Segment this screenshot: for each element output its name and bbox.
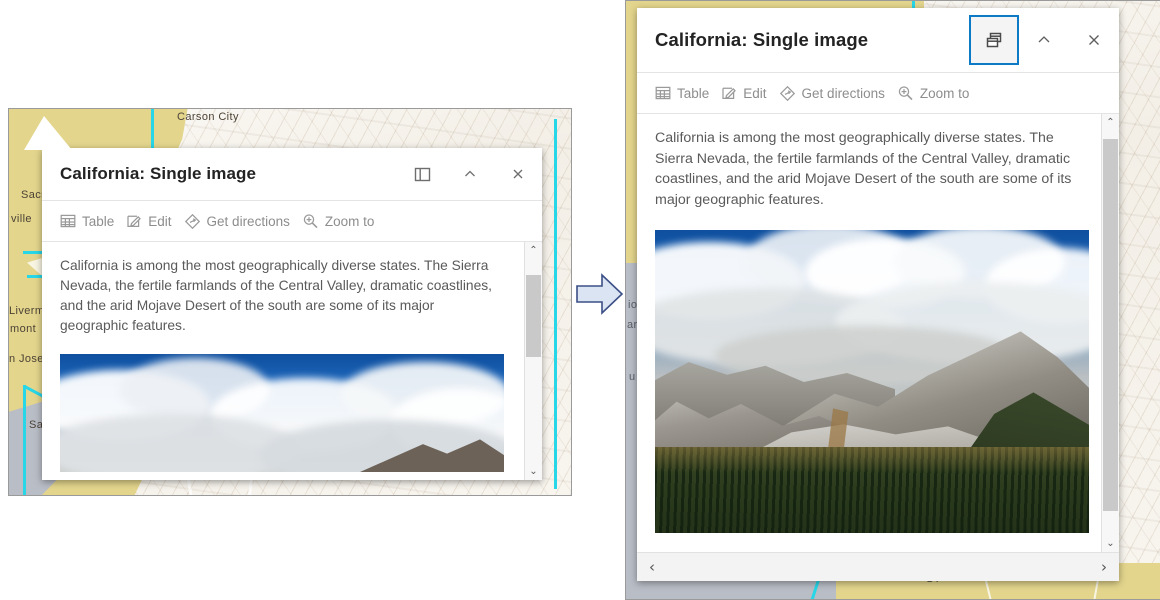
directions-icon xyxy=(184,213,201,230)
pager-next-button[interactable]: › xyxy=(1097,559,1111,575)
edit-pencil-icon xyxy=(126,213,142,229)
toolbar-item-zoom-to[interactable]: Zoom to xyxy=(300,213,385,230)
toolbar-item-edit[interactable]: Edit xyxy=(124,213,181,229)
map-coast-left-3 xyxy=(554,119,557,489)
popup-header-buttons-right xyxy=(969,15,1119,65)
popup-content-left: California is among the most geographica… xyxy=(42,242,524,480)
popup-description-right: California is among the most geographica… xyxy=(655,130,1072,208)
popup-title-left: California: Single image xyxy=(60,164,257,183)
popup-body-left: California is among the most geographica… xyxy=(42,242,542,480)
restore-windows-icon xyxy=(984,30,1004,50)
toolbar-item-table[interactable]: Table xyxy=(58,213,124,229)
scroll-up-arrow[interactable]: ⌃ xyxy=(525,242,542,259)
attachment-photo-right[interactable] xyxy=(655,230,1089,534)
scroll-down-arrow[interactable]: ⌄ xyxy=(525,463,542,480)
popup-scrollbar-right[interactable]: ⌃ ⌄ xyxy=(1101,114,1119,552)
toolbar-item-zoom-to[interactable]: Zoom to xyxy=(895,85,980,102)
toolbar-item-label: Zoom to xyxy=(324,213,375,229)
popup-header-right: California: Single image xyxy=(637,8,1119,72)
zoom-in-magnifier-icon xyxy=(302,213,319,230)
close-icon xyxy=(1085,31,1103,49)
restore-window-button[interactable] xyxy=(969,15,1019,65)
popup-right[interactable]: California: Single image Table Edit Get … xyxy=(637,8,1119,581)
toolbar-item-label: Get directions xyxy=(206,213,290,229)
map-label: ville xyxy=(11,213,32,225)
popup-body-right: California is among the most geographica… xyxy=(637,114,1119,552)
scroll-down-arrow[interactable]: ⌄ xyxy=(1102,535,1119,552)
table-icon xyxy=(655,85,671,101)
popup-toolbar-left: Table Edit Get directions Zoom to xyxy=(42,200,542,242)
popup-header-buttons-left xyxy=(398,152,542,196)
scroll-thumb[interactable] xyxy=(526,275,541,357)
attachment-photo-left[interactable] xyxy=(60,354,504,472)
toolbar-item-label: Table xyxy=(82,213,115,229)
map-label: Carson City xyxy=(177,111,239,123)
dock-panel-button[interactable] xyxy=(398,152,446,196)
popup-title-right: California: Single image xyxy=(655,29,869,50)
close-icon xyxy=(510,166,526,182)
collapse-button[interactable] xyxy=(446,152,494,196)
flow-arrow xyxy=(576,272,624,316)
toolbar-item-label: Edit xyxy=(148,213,172,229)
toolbar-item-table[interactable]: Table xyxy=(653,85,719,101)
popup-content-right: California is among the most geographica… xyxy=(637,114,1101,552)
dock-icon xyxy=(414,166,431,183)
map-label: ar xyxy=(627,319,638,331)
map-label: io xyxy=(628,299,638,311)
photo-forest-highlight xyxy=(655,447,1089,474)
toolbar-item-get-directions[interactable]: Get directions xyxy=(182,213,300,230)
directions-icon xyxy=(779,85,796,102)
toolbar-item-label: Zoom to xyxy=(919,85,970,101)
toolbar-item-edit[interactable]: Edit xyxy=(719,85,776,101)
scroll-track[interactable] xyxy=(525,259,542,463)
map-label: u xyxy=(629,371,636,383)
map-label: n Jose xyxy=(9,353,44,365)
popup-header-left: California: Single image xyxy=(42,148,542,200)
popup-pointer-left xyxy=(24,116,72,150)
chevron-up-icon xyxy=(462,166,478,182)
table-icon xyxy=(60,213,76,229)
toolbar-item-label: Table xyxy=(677,85,710,101)
popup-scrollbar-left[interactable]: ⌃ ⌄ xyxy=(524,242,542,480)
close-button[interactable] xyxy=(1069,15,1119,65)
popup-toolbar-right: Table Edit Get directions Zoom to xyxy=(637,72,1119,114)
zoom-in-magnifier-icon xyxy=(897,85,914,102)
map-coast-left xyxy=(23,385,26,495)
toolbar-item-label: Edit xyxy=(743,85,767,101)
pager-prev-button[interactable]: ‹ xyxy=(645,559,659,575)
popup-left[interactable]: California: Single image Table Edit Get … xyxy=(24,116,542,480)
popup-pager-right: ‹ › xyxy=(637,552,1119,581)
chevron-up-icon xyxy=(1035,31,1053,49)
collapse-button[interactable] xyxy=(1019,15,1069,65)
screenshot-stage: Carson CitySacrvilleLivermormontn JoseSa… xyxy=(0,0,1160,600)
toolbar-item-get-directions[interactable]: Get directions xyxy=(777,85,895,102)
scroll-up-arrow[interactable]: ⌃ xyxy=(1102,114,1119,131)
scroll-track[interactable] xyxy=(1102,131,1119,535)
edit-pencil-icon xyxy=(721,85,737,101)
map-label: mont xyxy=(10,323,37,335)
popup-description-left: California is among the most geographica… xyxy=(60,258,492,333)
toolbar-item-label: Get directions xyxy=(801,85,885,101)
scroll-thumb[interactable] xyxy=(1103,139,1118,511)
close-button[interactable] xyxy=(494,152,542,196)
